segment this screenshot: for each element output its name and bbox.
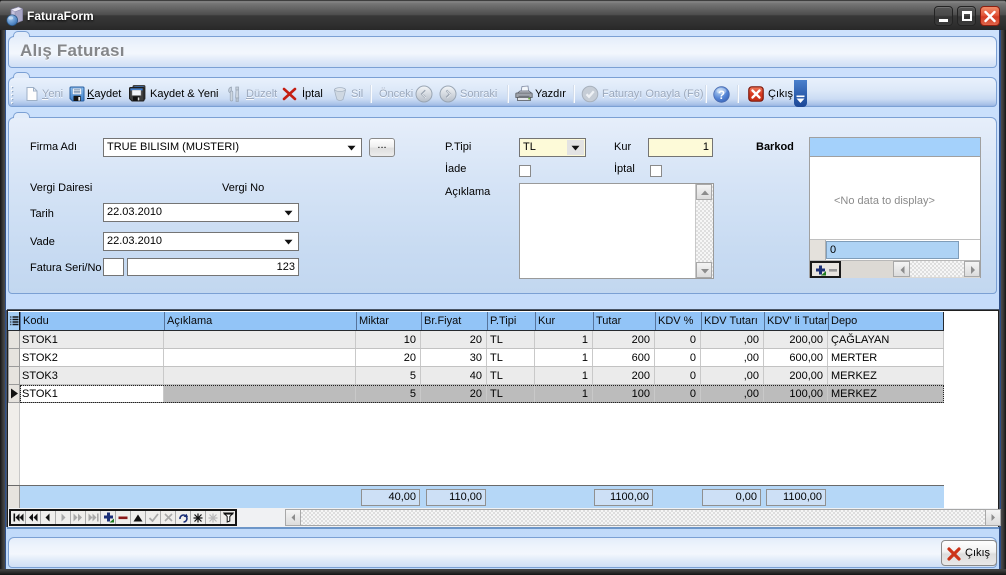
svg-text:?: ? — [718, 90, 725, 102]
